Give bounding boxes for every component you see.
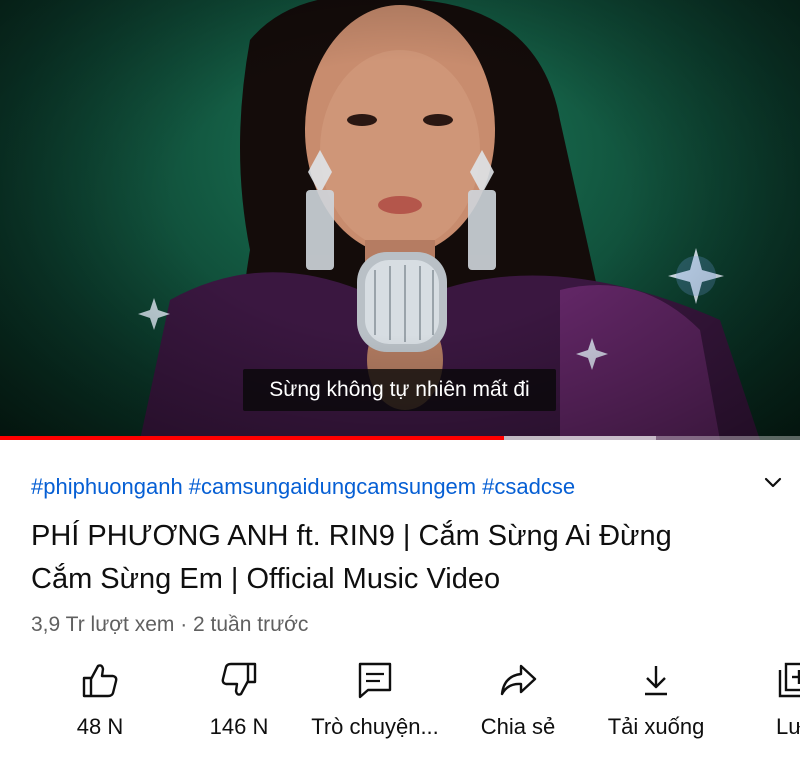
save-button[interactable]: Lưu [764, 660, 800, 740]
hashtag-link[interactable]: #camsungaidungcamsungem [189, 474, 476, 499]
hashtag-link[interactable]: #csadcse [482, 474, 575, 499]
chevron-down-icon [764, 477, 782, 488]
download-label: Tải xuống [607, 714, 705, 739]
like-count: 48 N [76, 714, 124, 739]
expand-description-button[interactable] [760, 470, 786, 496]
share-label: Chia sẻ [480, 714, 556, 739]
live-chat-button[interactable]: Trò chuyện... [300, 660, 450, 740]
like-icon [82, 664, 118, 698]
save-icon [778, 662, 800, 698]
dislike-button[interactable]: 146 N [200, 660, 278, 740]
progress-played [0, 436, 504, 440]
live-chat-icon [358, 662, 392, 699]
video-metadata: 3,9 Tr lượt xem · 2 tuần trước [31, 613, 309, 636]
subtitle-caption: Sừng không tự nhiên mất đi [243, 369, 556, 411]
dislike-count: 146 N [209, 714, 269, 739]
download-button[interactable]: Tải xuống [598, 660, 714, 740]
dislike-icon [221, 662, 257, 696]
progress-bar[interactable] [0, 436, 800, 440]
video-player[interactable]: Sừng không tự nhiên mất đi [0, 0, 800, 440]
save-label: Lưu [776, 714, 800, 739]
hashtag-list: #phiphuonganh #camsungaidungcamsungem #csa… [31, 474, 581, 500]
like-button[interactable]: 48 N [62, 660, 138, 740]
action-bar: 48 N 146 N Trò chuyện... Chia sẻ Tải xuố… [0, 660, 800, 760]
share-button[interactable]: Chia sẻ [470, 660, 566, 740]
download-icon [645, 666, 667, 696]
share-icon [500, 664, 537, 696]
video-title: PHÍ PHƯƠNG ANH ft. RIN9 | Cắm Sừng Ai Đừ… [31, 520, 672, 595]
live-chat-label: Trò chuyện... [311, 714, 439, 739]
hashtag-link[interactable]: #phiphuonganh [31, 474, 183, 499]
